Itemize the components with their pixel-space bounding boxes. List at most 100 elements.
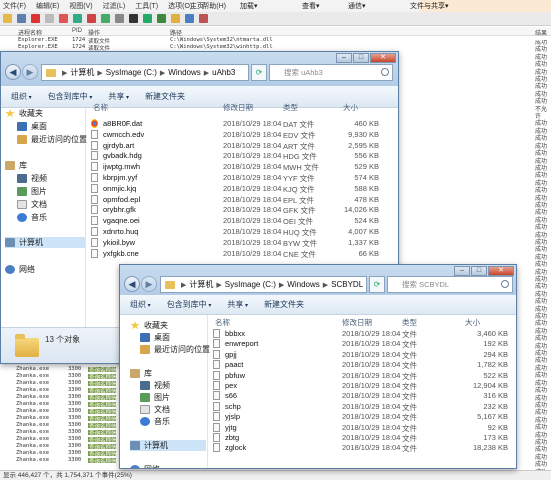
- nav-documents[interactable]: 文档: [17, 199, 47, 210]
- nav-pictures[interactable]: 图片: [140, 392, 170, 403]
- nav-computer[interactable]: 计算机: [5, 237, 85, 248]
- autoscroll-icon[interactable]: [45, 14, 54, 23]
- organize-button[interactable]: 组织: [11, 91, 32, 102]
- file-row[interactable]: enwreport 2018/10/29 18:04 文件 192 KB: [213, 338, 512, 349]
- filter-icon[interactable]: [73, 14, 82, 23]
- file-row[interactable]: opmfod.epl 2018/10/29 18:04 EPL 文件 478 KB: [91, 194, 383, 205]
- nav-desktop[interactable]: 桌面: [140, 332, 170, 343]
- event-row[interactable]: Zhanka.exe 3300 查询名称信: [0, 380, 120, 388]
- col-date[interactable]: 修改日期: [223, 102, 253, 113]
- close-button[interactable]: ✕: [370, 53, 396, 63]
- maximize-button[interactable]: □: [471, 266, 487, 276]
- breadcrumb-current[interactable]: uAhb3: [212, 68, 235, 77]
- highlight-icon[interactable]: [87, 14, 96, 23]
- file-row[interactable]: s66 2018/10/29 18:04 文件 316 KB: [213, 390, 512, 401]
- col-process[interactable]: 进程名称: [18, 28, 42, 37]
- menu-edit[interactable]: 编辑(E): [36, 1, 59, 11]
- event-row[interactable]: Zhanka.exe 3300 查询名称信: [0, 422, 120, 430]
- col-size[interactable]: 大小: [343, 102, 358, 113]
- col-pid[interactable]: PID: [72, 28, 82, 34]
- file-row[interactable]: kbrpjm.yyf 2018/10/29 18:04 YYF 文件 574 KB: [91, 172, 383, 183]
- breadcrumb-windows[interactable]: Windows: [287, 280, 319, 289]
- event-row[interactable]: Zhanka.exe 3300 查询名称信: [0, 436, 120, 444]
- file-row[interactable]: onmjic.kjq 2018/10/29 18:04 KJQ 文件 588 KB: [91, 183, 383, 194]
- file-row[interactable]: xdnrto.huq 2018/10/29 18:04 HUQ 文件 4,007 KB: [91, 226, 383, 237]
- col-result[interactable]: 结果: [535, 28, 547, 37]
- process-activity-icon[interactable]: [199, 14, 208, 23]
- col-type[interactable]: 类型: [402, 317, 417, 328]
- address-bar[interactable]: ▶ 计算机 ▶ SysImage (C:) ▶ Windows ▶ SCBYDL: [160, 276, 367, 293]
- tree-icon[interactable]: [115, 14, 124, 23]
- event-row[interactable]: Zhanka.exe 3300 查询名称信: [0, 401, 120, 409]
- file-row[interactable]: gjrdyb.art 2018/10/29 18:04 ART 文件 2,595 KB: [91, 140, 383, 151]
- nav-music[interactable]: 音乐: [140, 416, 170, 427]
- back-button[interactable]: ◀: [5, 64, 21, 80]
- filesystem-icon[interactable]: [171, 14, 180, 23]
- minimize-button[interactable]: –: [454, 266, 470, 276]
- file-row[interactable]: zbtg 2018/10/29 18:04 文件 173 KB: [213, 432, 512, 443]
- col-name[interactable]: 名称: [93, 102, 108, 113]
- menu-options[interactable]: 选项(O): [168, 1, 192, 11]
- breadcrumb-computer[interactable]: 计算机: [70, 67, 94, 78]
- event-row[interactable]: Zhanka.exe 3300 查询名称信: [0, 373, 120, 381]
- ribbon-comm[interactable]: 通信▾: [348, 1, 366, 11]
- new-folder-button[interactable]: 新建文件夹: [264, 299, 304, 310]
- registry-icon[interactable]: [157, 14, 166, 23]
- event-row[interactable]: Explorer.EXE 1724 读取文件 C:\Windows\System…: [0, 44, 551, 52]
- col-size[interactable]: 大小: [465, 317, 480, 328]
- menu-help[interactable]: 帮助(H): [202, 1, 226, 11]
- nav-computer[interactable]: 计算机: [130, 440, 206, 451]
- file-row[interactable]: paact 2018/10/29 18:04 文件 1,782 KB: [213, 359, 512, 370]
- menu-file[interactable]: 文件(F): [3, 1, 26, 11]
- event-row[interactable]: Zhanka.exe 3300 查询名称信: [0, 450, 120, 458]
- file-row[interactable]: cwmcch.edv 2018/10/29 18:04 EDV 文件 9,930 KB: [91, 129, 383, 140]
- breadcrumb-drive[interactable]: SysImage (C:): [225, 280, 276, 289]
- capture-icon[interactable]: [31, 14, 40, 23]
- col-type[interactable]: 类型: [283, 102, 298, 113]
- nav-videos[interactable]: 视频: [17, 173, 47, 184]
- back-button[interactable]: ◀: [124, 276, 140, 292]
- ribbon-home[interactable]: 主页: [190, 1, 204, 11]
- file-row[interactable]: ijwptg.mwh 2018/10/29 18:04 MWH 文件 529 KB: [91, 161, 383, 172]
- share-button[interactable]: 共享: [108, 91, 129, 102]
- col-operation[interactable]: 操作: [88, 28, 100, 37]
- forward-button[interactable]: ▶: [22, 64, 38, 80]
- file-row[interactable]: orybhr.gfk 2018/10/29 18:04 GFK 文件 14,026 K…: [91, 204, 383, 215]
- nav-network[interactable]: 网络: [5, 264, 35, 275]
- file-row[interactable]: gpjj 2018/10/29 18:04 文件 294 KB: [213, 349, 512, 360]
- event-row[interactable]: Zhanka.exe 3300 查询名称信: [0, 443, 120, 451]
- nav-documents[interactable]: 文档: [140, 404, 170, 415]
- event-row[interactable]: Zhanka.exe 3300 查询名称信: [0, 394, 120, 402]
- file-row[interactable]: ykioil.byw 2018/10/29 18:04 BYW 文件 1,337 KB: [91, 237, 383, 248]
- clear-icon[interactable]: [59, 14, 68, 23]
- menu-view[interactable]: 视图(V): [69, 1, 92, 11]
- close-button[interactable]: ✕: [488, 266, 514, 276]
- event-row[interactable]: Zhanka.exe 3300 查询名称信: [0, 415, 120, 423]
- nav-network[interactable]: 网络: [130, 464, 160, 468]
- breadcrumb-computer[interactable]: 计算机: [189, 279, 213, 290]
- menu-tools[interactable]: 工具(T): [135, 1, 158, 11]
- file-row[interactable]: gvbadk.hdg 2018/10/29 18:04 HDG 文件 556 KB: [91, 150, 383, 161]
- nav-videos[interactable]: 视频: [140, 380, 170, 391]
- ribbon-load[interactable]: 加载▾: [240, 1, 258, 11]
- file-row[interactable]: a8BR0F.dat 2018/10/29 18:04 DAT 文件 460 KB: [91, 118, 383, 129]
- nav-recent[interactable]: 最近访问的位置: [140, 344, 210, 355]
- include-in-library-button[interactable]: 包含到库中: [48, 91, 93, 102]
- nav-libraries[interactable]: 库: [130, 368, 152, 379]
- search-input[interactable]: 搜索 uAhb3: [269, 64, 393, 81]
- file-row[interactable]: zglock 2018/10/29 18:04 文件 18,238 KB: [213, 442, 512, 453]
- col-name[interactable]: 名称: [215, 317, 230, 328]
- maximize-button[interactable]: □: [353, 53, 369, 63]
- refresh-button[interactable]: ⟳: [369, 276, 385, 293]
- nav-desktop[interactable]: 桌面: [17, 121, 47, 132]
- event-row[interactable]: Zhanka.exe 3300 查询名称信: [0, 387, 120, 395]
- target-icon[interactable]: [101, 14, 110, 23]
- file-row[interactable]: pex 2018/10/29 18:04 文件 12,904 KB: [213, 380, 512, 391]
- include-in-library-button[interactable]: 包含到库中: [167, 299, 212, 310]
- nav-pictures[interactable]: 图片: [17, 186, 47, 197]
- file-row[interactable]: pbfuw 2018/10/29 18:04 文件 522 KB: [213, 370, 512, 381]
- col-date[interactable]: 修改日期: [342, 317, 372, 328]
- file-row[interactable]: bbbxx 2018/10/29 18:04 文件 3,460 KB: [213, 328, 512, 339]
- event-row[interactable]: Zhanka.exe 3300 查询名称信: [0, 457, 120, 465]
- nav-recent[interactable]: 最近访问的位置: [17, 134, 87, 145]
